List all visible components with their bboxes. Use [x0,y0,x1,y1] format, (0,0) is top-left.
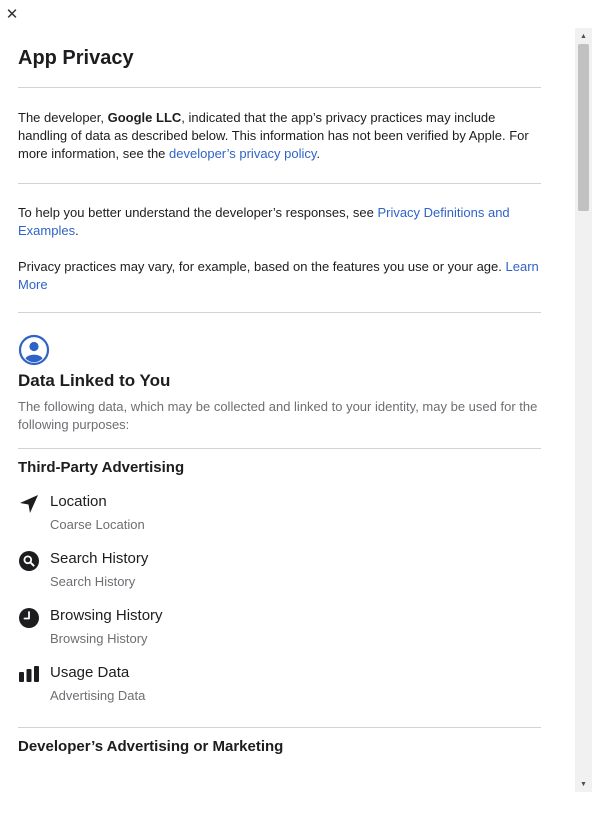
category-title: Developer’s Advertising or Marketing [18,738,284,755]
help-text: To help you better understand the develo… [18,205,510,238]
location-arrow-icon [18,493,40,515]
divider [18,312,541,313]
data-item-search-history: Search History Search History [18,550,541,590]
divider [18,87,541,88]
practices-text: Privacy practices may vary, for example,… [18,259,539,292]
close-button[interactable]: ✕ [5,5,19,23]
divider [18,727,541,728]
data-item-usage-data: Usage Data Advertising Data [18,664,541,704]
privacy-dialog-content[interactable]: App Privacy The developer, Google LLC, i… [0,28,575,792]
divider [18,183,541,184]
category-title: Third-Party Advertising [18,459,185,476]
developer-statement: The developer, Google LLC, indicated tha… [18,110,529,161]
developer-name: Google LLC [107,110,182,125]
scroll-up-arrow-icon[interactable]: ▲ [575,30,592,42]
clock-icon [18,607,40,629]
data-item-browsing-history: Browsing History Browsing History [18,607,541,647]
divider [18,448,541,449]
page-title: App Privacy [18,47,134,69]
section-title: Data Linked to You [18,371,171,390]
search-icon [18,550,40,572]
section-description: The following data, which may be collect… [18,399,538,432]
bar-chart-icon [18,664,40,686]
developer-privacy-policy-link[interactable]: developer’s privacy policy [169,146,316,161]
scrollbar-thumb[interactable] [578,44,589,211]
user-circle-icon [18,334,50,366]
vertical-scrollbar[interactable]: ▲ ▼ [575,28,592,792]
scroll-down-arrow-icon[interactable]: ▼ [575,778,592,790]
data-item-location: Location Coarse Location [18,493,541,533]
